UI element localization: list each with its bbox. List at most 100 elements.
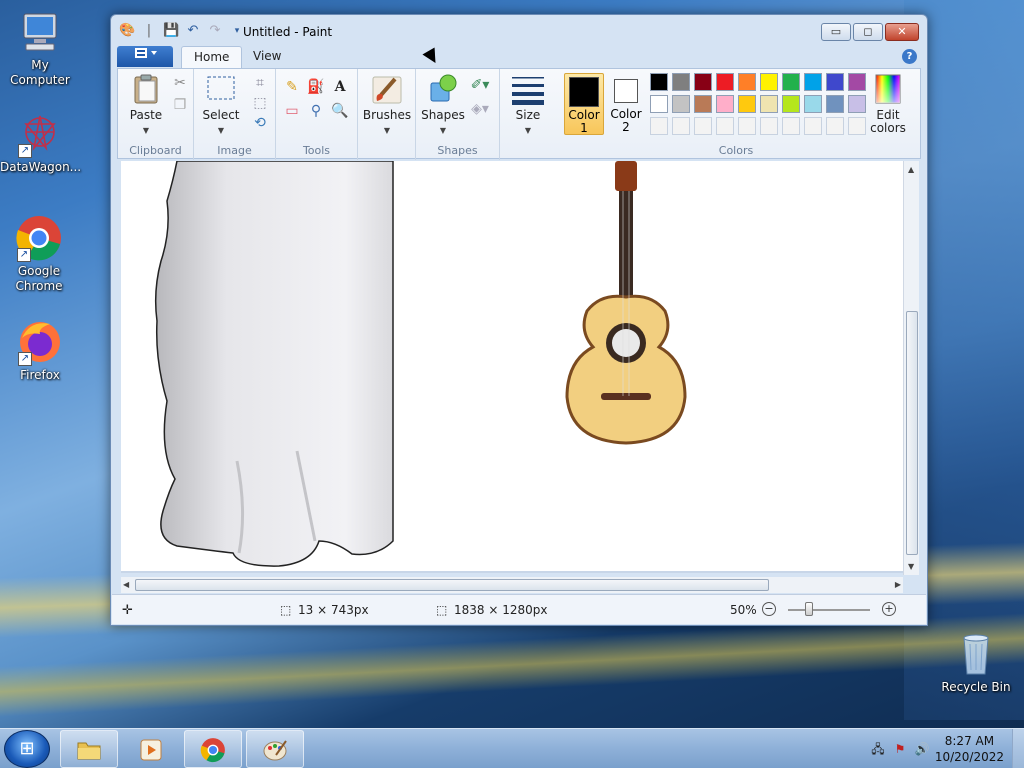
zoom-in-button[interactable]: + <box>882 602 896 616</box>
palette-swatch[interactable] <box>848 117 866 135</box>
vertical-scroll-thumb[interactable] <box>906 311 918 555</box>
zoom-slider[interactable] <box>788 602 870 616</box>
palette-swatch[interactable] <box>694 73 712 91</box>
desktop-icon-recycle-bin[interactable]: Recycle Bin <box>936 630 1016 695</box>
palette-swatch[interactable] <box>716 73 734 91</box>
pencil-icon[interactable]: ✎ <box>282 77 302 97</box>
outline-icon[interactable]: ✐▾ <box>470 75 490 95</box>
show-desktop-button[interactable] <box>1012 729 1024 768</box>
resize-icon[interactable]: ⬚ <box>250 93 270 113</box>
palette-swatch[interactable] <box>782 95 800 113</box>
horizontal-scroll-thumb[interactable] <box>135 579 769 591</box>
palette-swatch[interactable] <box>694 95 712 113</box>
color2-button[interactable]: Color 2 <box>606 73 646 135</box>
palette-swatch[interactable] <box>672 73 690 91</box>
eraser-icon[interactable]: ▭ <box>282 101 302 121</box>
select-button[interactable]: Select ▼ <box>200 73 242 137</box>
taskbar-explorer[interactable] <box>60 730 118 768</box>
crop-icon[interactable]: ⌗ <box>250 73 270 93</box>
help-icon[interactable]: ? <box>902 49 917 64</box>
image-group: Select ▼ ⌗ ⬚ ⟲ Image <box>194 69 276 160</box>
fill-icon[interactable]: ⛽ <box>306 77 326 97</box>
clock[interactable]: 8:27 AM 10/20/2022 <box>935 733 1004 765</box>
palette-swatch[interactable] <box>804 95 822 113</box>
undo-icon[interactable]: ↶ <box>185 23 201 39</box>
drawing-canvas[interactable] <box>121 161 903 571</box>
scroll-right-icon[interactable]: ▶ <box>895 580 901 589</box>
start-button[interactable]: ⊞ <box>4 730 50 768</box>
color-picker-icon[interactable]: ⚲ <box>306 101 326 121</box>
scroll-left-icon[interactable]: ◀ <box>123 580 129 589</box>
brushes-group[interactable]: Brushes ▼ <box>358 69 416 160</box>
palette-swatch[interactable] <box>738 73 756 91</box>
desktop-icon-google-chrome[interactable]: ↗ Google Chrome <box>0 214 78 294</box>
volume-icon[interactable]: 🔊 <box>914 741 930 757</box>
edit-colors-button[interactable]: Edit colors <box>866 73 910 135</box>
zoom-out-button[interactable]: − <box>762 602 776 616</box>
palette-swatch[interactable] <box>804 73 822 91</box>
action-center-icon[interactable]: ⚑ <box>892 741 908 757</box>
palette-swatch[interactable] <box>782 117 800 135</box>
minimize-button[interactable]: ▭ <box>821 23 851 41</box>
paint-menu-button[interactable] <box>117 46 173 67</box>
palette-swatch[interactable] <box>650 73 668 91</box>
palette-swatch[interactable] <box>804 117 822 135</box>
redo-icon[interactable]: ↷ <box>207 23 223 39</box>
palette-swatch[interactable] <box>760 73 778 91</box>
zoom-slider-thumb[interactable] <box>805 602 813 616</box>
tab-home[interactable]: Home <box>181 46 243 68</box>
color1-button[interactable]: Color 1 <box>564 73 604 135</box>
paint-app-icon[interactable]: 🎨 <box>119 23 135 39</box>
clipboard-group-label: Clipboard <box>129 144 182 157</box>
palette-swatch[interactable] <box>672 117 690 135</box>
palette-swatch[interactable] <box>826 117 844 135</box>
palette-swatch[interactable] <box>760 117 778 135</box>
desktop-icon-my-computer[interactable]: My Computer <box>0 8 80 88</box>
taskbar-media-player[interactable] <box>122 730 180 768</box>
fill-bucket-icon[interactable]: ◈▾ <box>470 99 490 119</box>
palette-swatch[interactable] <box>782 73 800 91</box>
desktop-icon-datawagon[interactable]: ↗ DataWagon... <box>0 110 81 175</box>
palette-swatch[interactable] <box>716 117 734 135</box>
palette-swatch[interactable] <box>650 95 668 113</box>
palette-swatch[interactable] <box>826 95 844 113</box>
horizontal-scrollbar[interactable]: ◀ ▶ <box>121 577 903 593</box>
palette-swatch[interactable] <box>650 117 668 135</box>
rotate-icon[interactable]: ⟲ <box>250 113 270 133</box>
rainbow-palette-icon <box>872 73 904 105</box>
palette-swatch[interactable] <box>848 73 866 91</box>
size-group[interactable]: Size ▼ <box>500 69 556 160</box>
paste-button[interactable]: Paste ▼ <box>126 73 166 137</box>
save-icon[interactable]: 💾 <box>163 23 179 39</box>
palette-swatch[interactable] <box>848 95 866 113</box>
scroll-down-icon[interactable]: ▼ <box>908 562 914 571</box>
taskbar-paint[interactable] <box>246 730 304 768</box>
copy-icon[interactable]: ❐ <box>170 95 190 115</box>
color2-label: Color 2 <box>610 107 642 134</box>
minimize-icon: ▭ <box>830 25 842 38</box>
colors-group: Color 1 Color 2 Edit colors Colors <box>556 69 916 160</box>
shapes-button[interactable]: Shapes ▼ <box>420 73 466 137</box>
palette-swatch[interactable] <box>826 73 844 91</box>
network-icon[interactable]: 🖧 <box>870 741 886 757</box>
palette-swatch[interactable] <box>716 95 734 113</box>
cut-icon[interactable]: ✂ <box>170 73 190 93</box>
magnifier-icon[interactable]: 🔍 <box>330 101 350 121</box>
palette-swatch[interactable] <box>672 95 690 113</box>
desktop-icon-label: Firefox <box>20 368 60 382</box>
chevron-down-icon: ▼ <box>217 126 225 135</box>
windows-logo-icon: ⊞ <box>19 738 35 759</box>
vertical-scrollbar[interactable]: ▲ ▼ <box>903 161 919 575</box>
text-icon[interactable]: A <box>330 77 350 97</box>
palette-swatch[interactable] <box>760 95 778 113</box>
desktop-icon-firefox[interactable]: ↗ Firefox <box>0 318 80 383</box>
taskbar-chrome[interactable] <box>184 730 242 768</box>
palette-swatch[interactable] <box>738 95 756 113</box>
palette-swatch[interactable] <box>738 117 756 135</box>
palette-swatch[interactable] <box>694 117 712 135</box>
scroll-up-icon[interactable]: ▲ <box>908 165 914 174</box>
close-button[interactable]: ✕ <box>885 23 919 41</box>
close-icon: ✕ <box>897 25 907 38</box>
maximize-button[interactable]: ◻ <box>853 23 883 41</box>
tab-view[interactable]: View <box>241 46 293 68</box>
